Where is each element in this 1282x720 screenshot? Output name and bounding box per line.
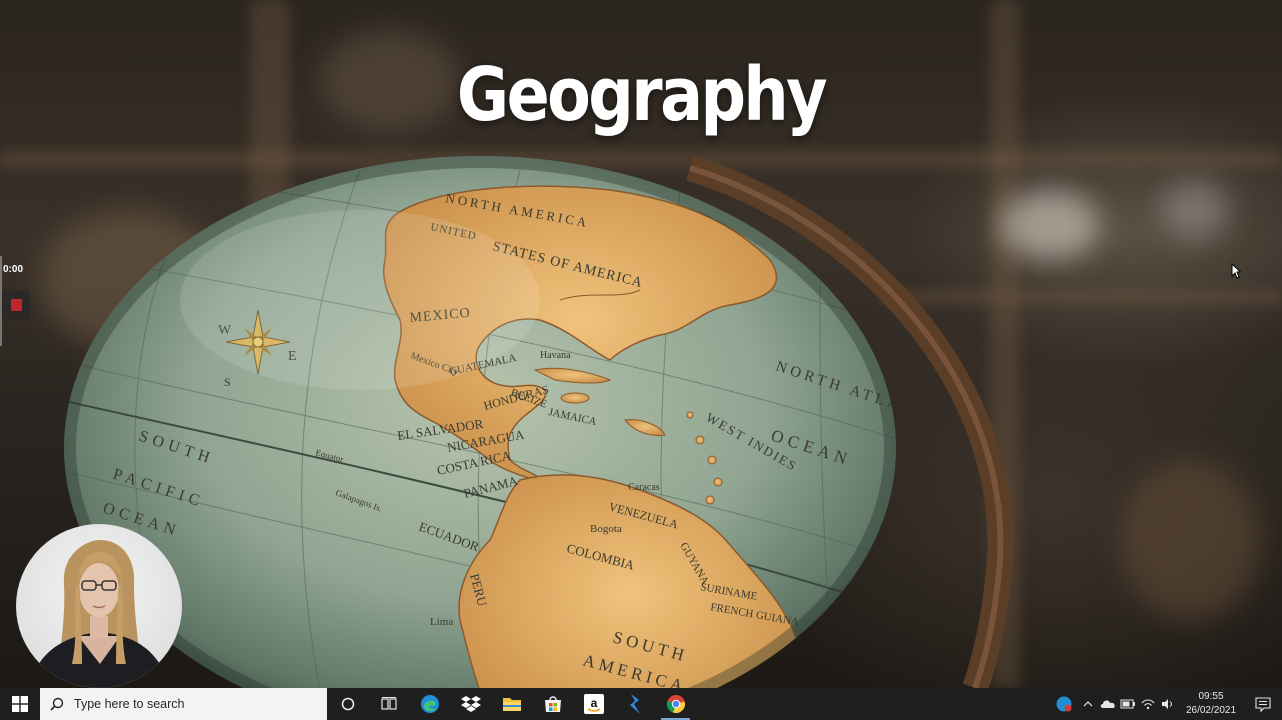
svg-text:S: S	[224, 375, 231, 389]
stop-recording-button[interactable]	[2, 291, 30, 319]
file-explorer-icon	[502, 698, 521, 711]
mouse-cursor-icon	[1231, 263, 1241, 279]
microsoft-store-button[interactable]	[532, 688, 573, 720]
amazon-icon: a	[583, 694, 604, 714]
onedrive-button[interactable]	[1098, 688, 1118, 720]
globe-update-icon	[1056, 696, 1072, 712]
volume-button[interactable]	[1158, 688, 1178, 720]
battery-icon	[1120, 699, 1135, 709]
svg-text:Caracas: Caracas	[628, 482, 660, 493]
battery-button[interactable]	[1118, 688, 1138, 720]
svg-text:Havana: Havana	[540, 350, 571, 361]
cloud-icon	[1100, 700, 1115, 708]
presenter-webcam	[16, 524, 182, 688]
amazon-button[interactable]: a	[573, 688, 614, 720]
chrome-icon	[666, 695, 685, 713]
clock-time: 09:55	[1198, 691, 1224, 702]
windows-logo-icon	[12, 696, 28, 712]
action-center-button[interactable]	[1244, 688, 1282, 720]
svg-text:Lima: Lima	[430, 616, 453, 628]
system-tray: 09:55 26/02/2021	[1050, 688, 1282, 720]
presentation-slide: W E S NORTH AMERICA UNITED STATES OF AME…	[0, 0, 1282, 688]
taskbar-clock[interactable]: 09:55 26/02/2021	[1178, 690, 1244, 718]
windows-taskbar: Type here to search a 09:55 26/02/2021	[0, 688, 1282, 720]
dropbox-icon	[460, 696, 481, 712]
edge-button[interactable]	[409, 688, 450, 720]
cortana-icon	[341, 697, 354, 711]
edge-icon	[420, 695, 439, 713]
file-explorer-button[interactable]	[491, 688, 532, 720]
show-hidden-icons-button[interactable]	[1078, 688, 1098, 720]
speaker-icon	[1162, 699, 1172, 709]
power-automate-icon	[629, 694, 640, 714]
cortana-button[interactable]	[327, 688, 368, 720]
notifications-icon	[1255, 697, 1271, 712]
chevron-up-icon	[1083, 701, 1093, 707]
svg-text:Bogota: Bogota	[590, 523, 622, 535]
start-button[interactable]	[0, 688, 40, 720]
recording-time: 0:00	[3, 264, 24, 275]
tray-update-button[interactable]	[1050, 688, 1078, 720]
taskbar-search-box[interactable]: Type here to search	[40, 688, 327, 720]
network-button[interactable]	[1138, 688, 1158, 720]
search-icon	[50, 697, 64, 711]
clock-date: 26/02/2021	[1185, 705, 1237, 716]
task-view-icon	[380, 697, 397, 710]
task-view-button[interactable]	[368, 688, 409, 720]
chrome-button[interactable]	[655, 688, 696, 720]
slide-title: Geography	[456, 52, 828, 138]
dropbox-button[interactable]	[450, 688, 491, 720]
power-automate-button[interactable]	[614, 688, 655, 720]
search-placeholder: Type here to search	[74, 697, 185, 711]
svg-text:a: a	[590, 696, 597, 710]
microsoft-store-icon	[544, 696, 561, 712]
wifi-icon	[1141, 699, 1155, 710]
